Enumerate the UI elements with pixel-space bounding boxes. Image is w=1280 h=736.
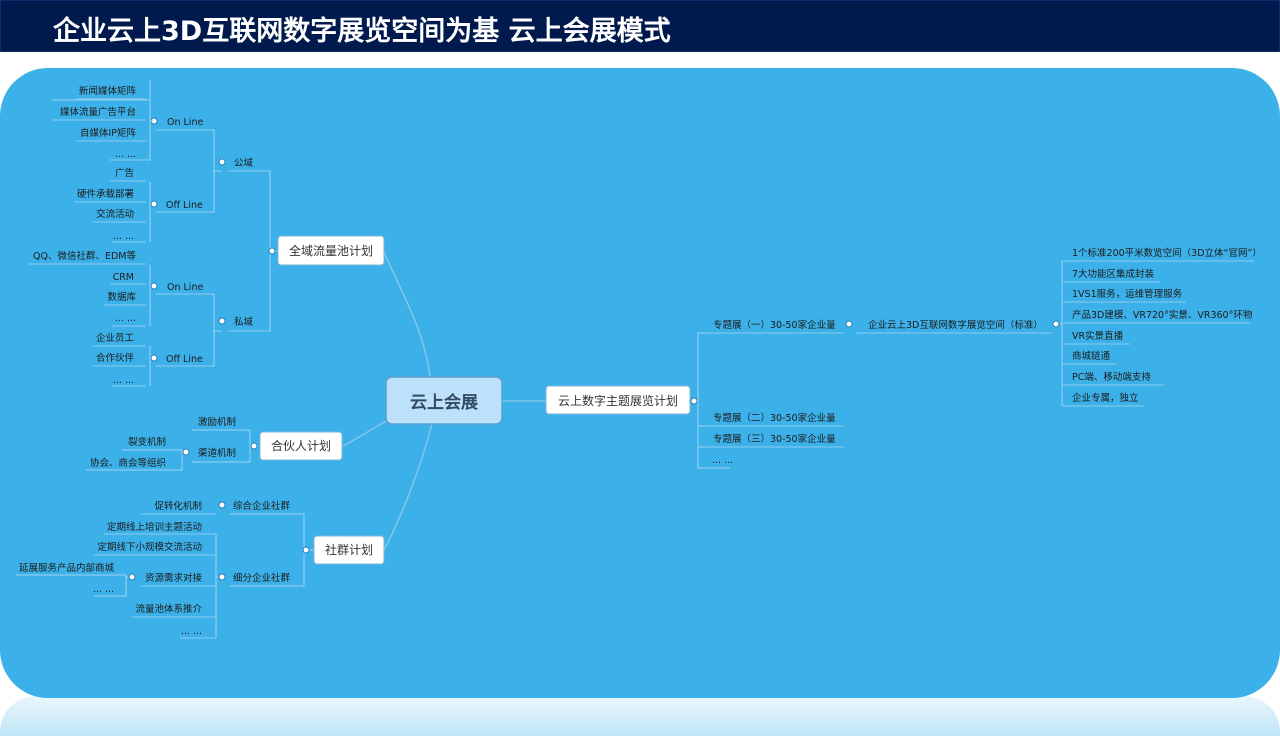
label-space: 企业云上3D互联网数字展览空间（标准） bbox=[868, 319, 1043, 331]
label-siyu: 私域 bbox=[234, 316, 254, 328]
branch-quanyu: 公域 On Line 新闻媒体矩阵 媒体流量广告平台 自媒体IP矩阵 ... .… bbox=[28, 80, 385, 387]
leaf: 资源需求对接 bbox=[145, 572, 203, 584]
space-item: 商城链通 bbox=[1072, 350, 1111, 362]
leaf: 定期线上培训主题活动 bbox=[107, 521, 202, 533]
connector bbox=[228, 170, 278, 252]
leaf: QQ、微信社群、EDM等 bbox=[33, 250, 136, 262]
node-dot bbox=[845, 320, 853, 328]
mindmap-diagram: 公域 On Line 新闻媒体矩阵 媒体流量广告平台 自媒体IP矩阵 ... .… bbox=[16, 80, 1262, 639]
node-dot bbox=[218, 573, 226, 581]
leaf: 定期线下小规模交流活动 bbox=[97, 541, 202, 553]
branch-zhanlan: 专题展（一）30-50家企业量 专题展（二）30-50家企业量 专题展（三）30… bbox=[545, 247, 1262, 469]
leaf: 广告 bbox=[115, 167, 134, 179]
node-dot bbox=[150, 354, 158, 362]
node-dot bbox=[268, 247, 276, 255]
leaf: 自媒体IP矩阵 bbox=[80, 127, 137, 139]
leaf: 合作伙伴 bbox=[96, 352, 135, 364]
leaf: ... ... bbox=[93, 584, 114, 595]
label-siyu-offline: Off Line bbox=[166, 354, 203, 365]
zhuanti-item: 专题展（一）30-50家企业量 bbox=[713, 319, 836, 331]
label-gongyu-offline: Off Line bbox=[166, 200, 203, 211]
label-zonghe: 综合企业社群 bbox=[233, 500, 291, 512]
space-item: 产品3D建模、VR720°实景、VR360°环物 bbox=[1072, 309, 1253, 321]
leaf: 延展服务产品内部商城 bbox=[19, 562, 115, 574]
node-dot bbox=[1052, 320, 1060, 328]
zhuanti-item: ... ... bbox=[712, 455, 733, 466]
trunk-b3 bbox=[383, 423, 433, 551]
center-node-label: 云上会展 bbox=[410, 392, 478, 413]
trunk-b2 bbox=[342, 419, 389, 447]
leaf: 促转化机制 bbox=[154, 500, 202, 512]
label-xifen: 细分企业社群 bbox=[233, 572, 291, 584]
space-item: 1个标准200平米数览空间（3D立体“官网”） bbox=[1072, 247, 1262, 259]
space-item: PC端、移动端支持 bbox=[1072, 371, 1151, 383]
leaf: ... ... bbox=[181, 626, 202, 637]
node-dot bbox=[150, 200, 158, 208]
node-dot bbox=[218, 501, 226, 509]
title-bar: 企业云上3D互联网数字展览空间为基 云上会展模式 bbox=[0, 0, 1280, 52]
leaf: 新闻媒体矩阵 bbox=[79, 85, 137, 97]
zhuanti-item: 专题展（二）30-50家企业量 bbox=[713, 412, 836, 424]
connector bbox=[156, 129, 222, 172]
branch-hehuoren: 激励机制 渠道机制 裂变机制 协会、商会等组织 合伙人计划 bbox=[86, 416, 343, 471]
label-qudao: 渠道机制 bbox=[198, 447, 236, 459]
connector bbox=[1060, 261, 1063, 406]
label-jili: 激励机制 bbox=[198, 416, 236, 428]
connector bbox=[156, 293, 222, 332]
leaf: ... ... bbox=[113, 375, 134, 386]
leaf: CRM bbox=[113, 272, 134, 283]
node-dot bbox=[182, 448, 190, 456]
node-dot bbox=[250, 442, 258, 450]
node-dot bbox=[302, 546, 310, 554]
node-dot bbox=[218, 158, 226, 166]
mindmap-panel: 公域 On Line 新闻媒体矩阵 媒体流量广告平台 自媒体IP矩阵 ... .… bbox=[0, 68, 1280, 698]
page-title: 企业云上3D互联网数字展览空间为基 云上会展模式 bbox=[53, 16, 671, 47]
node-dot bbox=[128, 573, 136, 581]
leaf: 硬件承载部署 bbox=[77, 188, 134, 200]
node-hehuoren-label: 合伙人计划 bbox=[271, 438, 331, 453]
leaf: 媒体流量广告平台 bbox=[60, 106, 136, 118]
trunk-b1 bbox=[383, 251, 431, 379]
label-gongyu: 公域 bbox=[234, 157, 254, 169]
node-dot bbox=[218, 317, 226, 325]
node-zhanlan-label: 云上数字主题展览计划 bbox=[558, 393, 678, 408]
leaf: ... ... bbox=[115, 149, 136, 160]
leaf: 交流活动 bbox=[96, 208, 134, 220]
leaf: 协会、商会等组织 bbox=[90, 457, 166, 469]
label-siyu-online: On Line bbox=[167, 282, 203, 293]
node-shequn-label: 社群计划 bbox=[325, 542, 373, 557]
space-item: 7大功能区集成封装 bbox=[1072, 268, 1155, 280]
space-item: 企业专属，独立 bbox=[1072, 392, 1139, 404]
bottom-band bbox=[0, 696, 1280, 736]
leaf: ... ... bbox=[115, 313, 136, 324]
leaf: 数据库 bbox=[107, 291, 136, 303]
space-item: VR实景直播 bbox=[1072, 330, 1124, 342]
label-gongyu-online: On Line bbox=[167, 117, 203, 128]
node-dot bbox=[150, 282, 158, 290]
node-dot bbox=[690, 397, 698, 405]
leaf: 裂变机制 bbox=[128, 436, 166, 448]
space-item: 1VS1服务，运维管理服务 bbox=[1072, 288, 1183, 300]
zhuanti-item: 专题展（三）30-50家企业量 bbox=[713, 433, 836, 445]
branch-shequn: 综合企业社群 促转化机制 细分企业社群 定期线上培训主题活动 定期线下小规模交流… bbox=[16, 500, 385, 639]
leaf: 企业员工 bbox=[96, 332, 135, 344]
connector bbox=[215, 534, 218, 638]
leaf: 流量池体系推介 bbox=[135, 603, 202, 615]
node-quanyu-label: 全域流量池计划 bbox=[289, 243, 373, 258]
leaf: ... ... bbox=[113, 231, 134, 242]
